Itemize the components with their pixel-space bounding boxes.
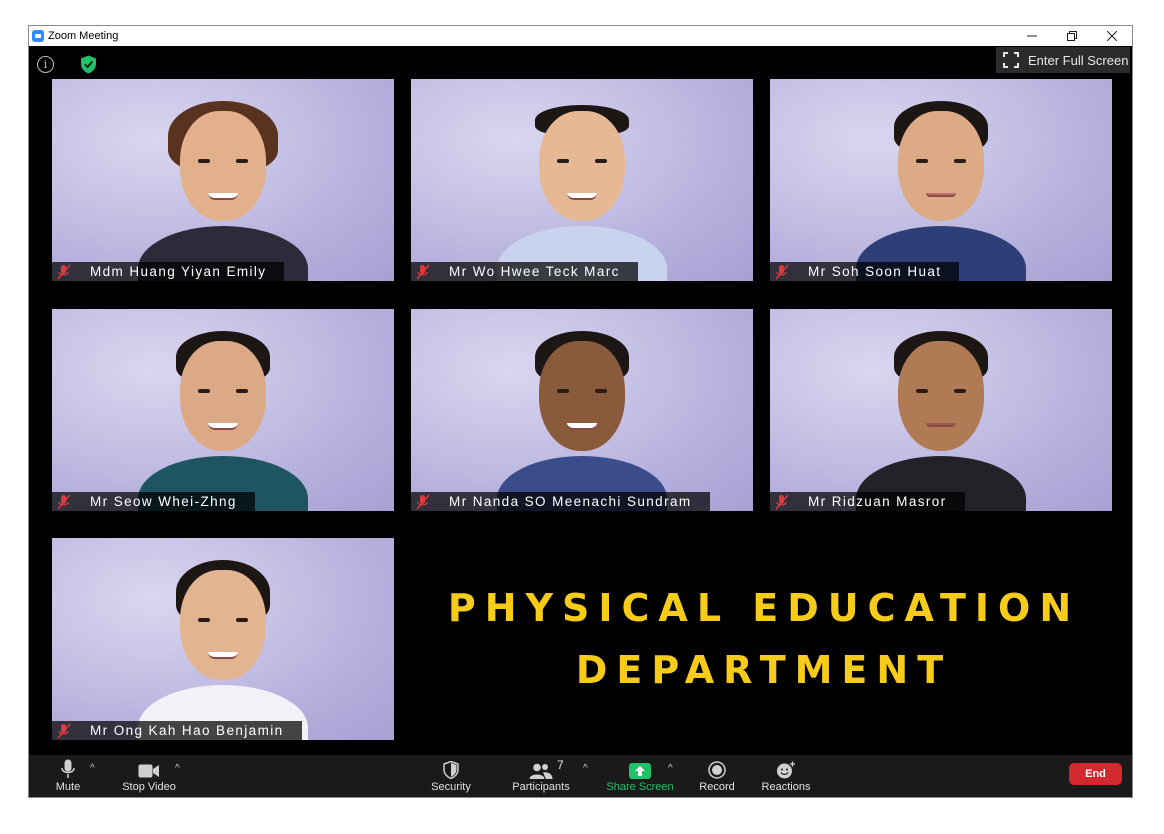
muted-mic-icon xyxy=(57,264,71,279)
video-tile[interactable]: Mr Ong Kah Hao Benjamin xyxy=(52,538,394,740)
banner-line-1: PHYSICAL EDUCATION xyxy=(447,586,1081,630)
participant-photo xyxy=(497,91,667,281)
close-icon[interactable] xyxy=(1092,26,1132,46)
fullscreen-label: Enter Full Screen xyxy=(1028,52,1129,68)
participant-name: Mr Seow Whei-Zhng xyxy=(90,494,237,509)
window-controls xyxy=(1012,26,1132,46)
mute-label: Mute xyxy=(55,781,81,793)
muted-mic-icon xyxy=(775,494,789,509)
audio-options-chevron-up-icon[interactable]: ^ xyxy=(90,763,95,774)
participant-nameplate: Mr Soh Soon Huat xyxy=(770,262,960,281)
stop-video-button[interactable]: Stop Video xyxy=(121,755,177,797)
video-tile[interactable]: Mr Wo Hwee Teck Marc xyxy=(411,79,753,281)
muted-mic-icon xyxy=(416,264,430,279)
info-icon[interactable]: i xyxy=(37,56,54,73)
participant-nameplate: Mr Wo Hwee Teck Marc xyxy=(411,262,638,281)
security-shield-icon xyxy=(443,761,459,779)
fullscreen-icon xyxy=(1003,52,1019,68)
microphone-icon xyxy=(61,759,75,778)
window-title: Zoom Meeting xyxy=(48,30,119,42)
participant-nameplate: Mr Nanda SO Meenachi Sundram xyxy=(411,492,710,511)
share-screen-button[interactable]: Share Screen xyxy=(606,755,674,797)
mute-button[interactable]: Mute xyxy=(53,755,83,797)
security-button[interactable]: Security xyxy=(429,755,473,797)
participant-name: Mr Wo Hwee Teck Marc xyxy=(449,264,620,279)
participant-name: Mr Soh Soon Huat xyxy=(808,264,942,279)
participant-photo xyxy=(856,321,1026,511)
reactions-label: Reactions xyxy=(761,781,811,793)
record-label: Record xyxy=(699,781,735,793)
video-tile[interactable]: Mr Nanda SO Meenachi Sundram xyxy=(411,309,753,511)
participants-label: Participants xyxy=(512,781,570,793)
record-icon xyxy=(708,761,726,779)
share-screen-label: Share Screen xyxy=(606,781,674,793)
video-stage: i Enter Full Screen Mdm Huang Yiyan Emil… xyxy=(29,46,1132,757)
video-tile[interactable]: Mr Ridzuan Masror xyxy=(770,309,1112,511)
banner-line-2: DEPARTMENT xyxy=(575,648,953,692)
encryption-shield-icon[interactable] xyxy=(80,55,97,74)
participant-name: Mr Nanda SO Meenachi Sundram xyxy=(449,494,692,509)
participant-name: Mr Ong Kah Hao Benjamin xyxy=(90,723,284,738)
participants-count: 7 xyxy=(557,758,564,772)
share-options-chevron-up-icon[interactable]: ^ xyxy=(668,763,673,774)
participant-photo xyxy=(138,550,308,740)
restore-icon[interactable] xyxy=(1052,26,1092,46)
zoom-window: Zoom Meeting i Enter Full Screen Mdm Hua… xyxy=(28,25,1133,798)
stop-video-label: Stop Video xyxy=(122,781,176,793)
enter-full-screen-button[interactable]: Enter Full Screen xyxy=(996,47,1130,73)
muted-mic-icon xyxy=(416,494,430,509)
participant-photo xyxy=(138,91,308,281)
participant-nameplate: Mr Seow Whei-Zhng xyxy=(52,492,255,511)
participant-nameplate: Mr Ridzuan Masror xyxy=(770,492,965,511)
participant-name: Mr Ridzuan Masror xyxy=(808,494,947,509)
video-options-chevron-up-icon[interactable]: ^ xyxy=(175,763,180,774)
reactions-smiley-icon xyxy=(777,761,795,779)
video-camera-icon xyxy=(138,764,159,778)
participant-photo xyxy=(497,321,667,511)
video-tile[interactable]: Mr Seow Whei-Zhng xyxy=(52,309,394,511)
participant-photo xyxy=(138,321,308,511)
title-bar: Zoom Meeting xyxy=(29,26,1132,46)
zoom-logo-icon xyxy=(32,30,44,42)
meeting-toolbar: Mute ^ Stop Video ^ Security Participant… xyxy=(29,755,1132,797)
participants-options-chevron-up-icon[interactable]: ^ xyxy=(583,763,588,774)
muted-mic-icon xyxy=(57,723,71,738)
muted-mic-icon xyxy=(775,264,789,279)
participant-name: Mdm Huang Yiyan Emily xyxy=(90,264,267,279)
record-button[interactable]: Record xyxy=(699,755,735,797)
participants-icon xyxy=(529,763,553,779)
reactions-button[interactable]: Reactions xyxy=(761,755,811,797)
security-label: Security xyxy=(431,781,471,793)
video-tile[interactable]: Mdm Huang Yiyan Emily xyxy=(52,79,394,281)
minimize-icon[interactable] xyxy=(1012,26,1052,46)
video-tile[interactable]: Mr Soh Soon Huat xyxy=(770,79,1112,281)
participant-nameplate: Mr Ong Kah Hao Benjamin xyxy=(52,721,302,740)
end-meeting-button[interactable]: End xyxy=(1069,763,1122,785)
muted-mic-icon xyxy=(57,494,71,509)
participant-nameplate: Mdm Huang Yiyan Emily xyxy=(52,262,285,281)
share-screen-arrow-icon xyxy=(629,763,651,779)
participant-photo xyxy=(856,91,1026,281)
